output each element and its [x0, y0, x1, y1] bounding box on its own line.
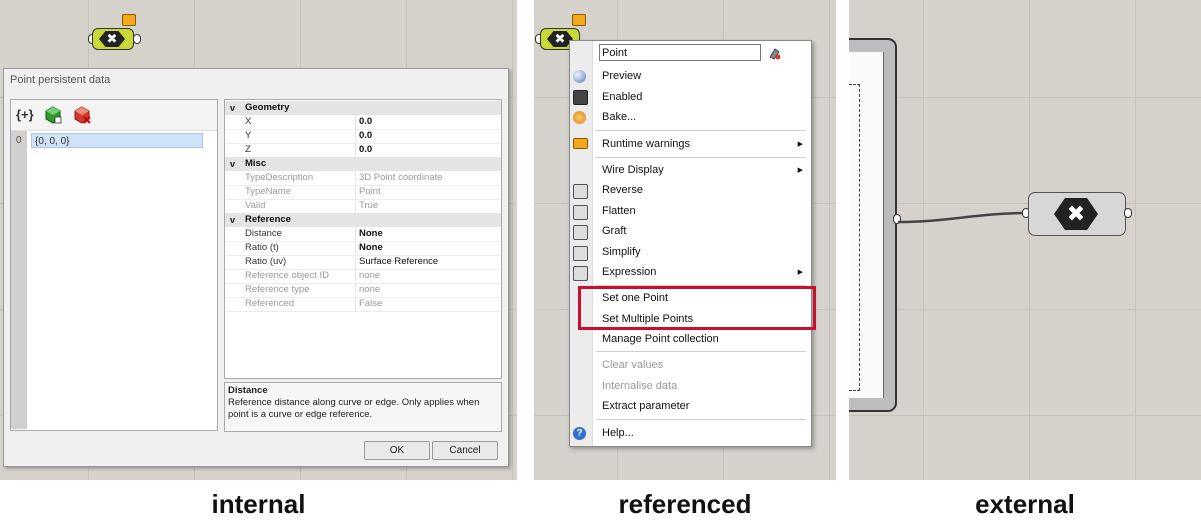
property-grid: v Geometry X 0.0 Y 0.0 Z 0.0 v Misc TypeDescr… — [224, 99, 502, 379]
prop-row: Y 0.0 — [225, 129, 501, 144]
caption-external: external — [975, 489, 1075, 519]
menu-item-expression[interactable]: Expression — [602, 264, 656, 280]
menu-item-bake[interactable]: Bake... — [602, 109, 636, 125]
prop-row: Reference object ID none — [225, 269, 501, 284]
menu-item-simplify[interactable]: Simplify — [602, 244, 641, 260]
bake-icon — [573, 111, 586, 124]
caption-internal: internal — [211, 489, 306, 519]
section-misc[interactable]: v Misc — [225, 157, 501, 171]
menu-item-flatten[interactable]: Flatten — [602, 203, 636, 219]
submenu-arrow-icon: ▶ — [797, 141, 803, 148]
expression-icon — [573, 266, 588, 281]
highlight-box — [578, 286, 816, 330]
point-param-node[interactable]: ✖ — [92, 28, 134, 50]
cancel-button[interactable]: Cancel — [432, 441, 498, 460]
menu-item-runtime-warnings[interactable]: Runtime warnings — [602, 136, 690, 152]
menu-item-clear-values[interactable]: Clear values — [602, 357, 663, 373]
prop-row: Distance None — [225, 227, 501, 242]
description-title: Distance — [228, 385, 268, 396]
color-picker-icon[interactable] — [767, 46, 782, 60]
enabled-icon — [573, 90, 588, 105]
context-menu: Point Preview Enabled Bake... Runtime wa… — [569, 40, 812, 447]
list-toolbar: {+} — [11, 100, 217, 131]
menu-item-reverse[interactable]: Reverse — [602, 182, 643, 198]
submenu-arrow-icon: ▶ — [797, 269, 803, 276]
prop-row: Valid True — [225, 199, 501, 214]
dialog-title: Point persistent data — [10, 74, 111, 86]
simplify-icon — [573, 246, 588, 261]
param-glyph: ✖ — [1066, 201, 1086, 226]
menu-item-help[interactable]: Help... — [602, 425, 634, 441]
reverse-icon — [573, 184, 588, 199]
list-index: 0 — [16, 135, 22, 146]
source-component[interactable] — [849, 38, 897, 412]
section-reference[interactable]: v Reference — [225, 213, 501, 227]
menu-item-graft[interactable]: Graft — [602, 223, 626, 239]
index-column — [11, 131, 27, 429]
prop-row: Ratio (t) None — [225, 241, 501, 256]
node-tag-icon — [122, 14, 136, 26]
help-icon: ? — [573, 427, 586, 440]
caption-referenced: referenced — [618, 489, 752, 519]
prop-row: X 0.0 — [225, 115, 501, 130]
wire — [898, 211, 1029, 224]
prop-row: TypeName Point — [225, 185, 501, 200]
point-param-node[interactable]: ✖ — [1028, 192, 1126, 236]
menu-item-preview[interactable]: Preview — [602, 68, 641, 84]
chevron-down-icon: v — [230, 103, 236, 113]
prop-row: Z 0.0 — [225, 143, 501, 158]
add-braces-icon[interactable]: {+} — [16, 106, 34, 124]
canvas-external — [849, 0, 1201, 480]
prop-row: Reference type none — [225, 283, 501, 298]
prop-row: Referenced False — [225, 297, 501, 312]
chevron-down-icon: v — [230, 215, 236, 225]
graft-icon — [573, 225, 588, 240]
persistent-data-dialog: Point persistent data {+} 0 {0, 0, 0} vG… — [3, 68, 509, 467]
menu-item-manage-collection[interactable]: Manage Point collection — [602, 331, 719, 347]
flatten-icon — [573, 205, 588, 220]
menu-item-enabled[interactable]: Enabled — [602, 89, 642, 105]
menu-item-internalise-data[interactable]: Internalise data — [602, 378, 677, 394]
param-name-field[interactable]: Point — [599, 44, 761, 61]
submenu-arrow-icon: ▶ — [797, 167, 803, 174]
output-grip[interactable] — [133, 34, 141, 44]
chevron-down-icon: v — [230, 159, 236, 169]
description-box: Distance Reference distance along curve … — [224, 382, 502, 432]
param-glyph: ✖ — [106, 31, 118, 46]
section-geometry[interactable]: v Geometry — [225, 101, 501, 115]
prop-row: TypeDescription 3D Point coordinate — [225, 171, 501, 186]
value-list: {+} 0 {0, 0, 0} — [10, 99, 218, 431]
preview-icon — [573, 70, 586, 83]
prop-row: Ratio (uv) Surface Reference — [225, 255, 501, 270]
list-item[interactable]: {0, 0, 0} — [31, 133, 203, 148]
ok-button[interactable]: OK — [364, 441, 430, 460]
description-text: Reference distance along curve or edge. … — [228, 397, 480, 420]
red-cube-icon[interactable] — [73, 106, 91, 124]
output-grip[interactable] — [1124, 208, 1132, 218]
green-cube-icon[interactable] — [44, 106, 62, 124]
menu-item-extract-parameter[interactable]: Extract parameter — [602, 398, 689, 414]
menu-item-wire-display[interactable]: Wire Display — [602, 162, 664, 178]
node-tag-icon — [572, 14, 586, 26]
warning-icon — [573, 138, 588, 149]
